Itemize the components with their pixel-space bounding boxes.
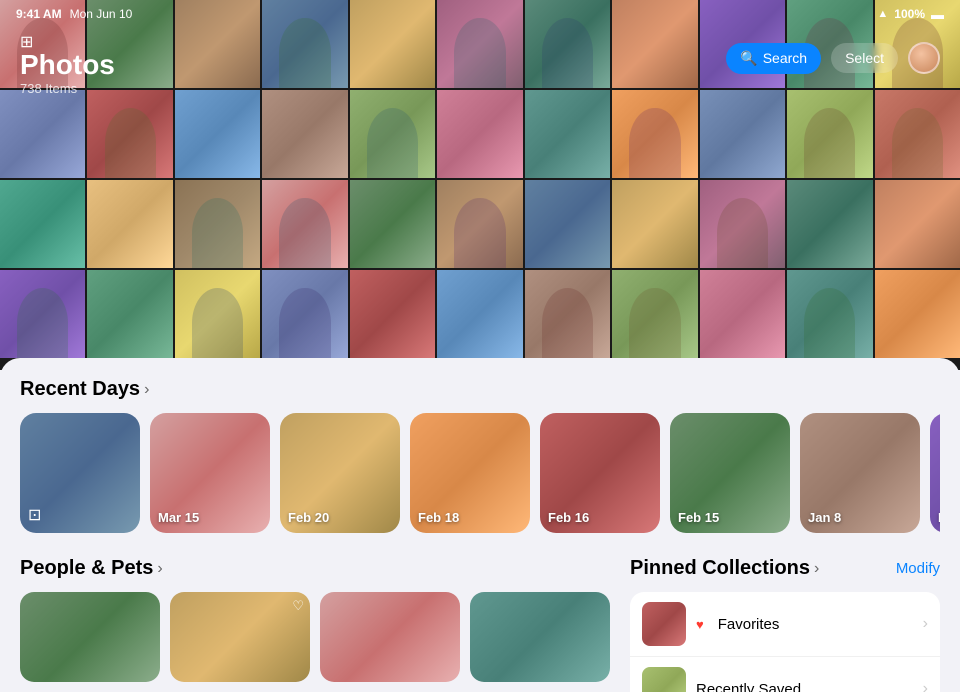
page-title: Photos: [20, 50, 115, 81]
pinned-name: Favorites: [718, 616, 913, 633]
people-pets-chevron: ›: [157, 560, 162, 578]
modify-button[interactable]: Modify: [896, 560, 940, 577]
heart-icon: ♡: [292, 598, 304, 614]
recent-days-scroll[interactable]: ⊡ Mar 15 Feb 20 Feb 18 Feb 16 Feb 15 Jan 8 N: [20, 413, 940, 537]
photo-cell[interactable]: [175, 90, 260, 178]
photo-cell[interactable]: [700, 90, 785, 178]
photo-cell[interactable]: [787, 270, 872, 358]
day-label: N: [938, 510, 940, 525]
status-bar: 9:41 AM Mon Jun 10 ▲ 100% ▬: [0, 0, 960, 28]
photo-cell[interactable]: [262, 270, 347, 358]
photo-cell[interactable]: [437, 270, 522, 358]
day-card[interactable]: Mar 15: [150, 413, 270, 533]
wifi-icon: ▲: [877, 8, 888, 20]
search-icon: 🔍: [740, 50, 757, 67]
day-label: Feb 20: [288, 510, 329, 525]
pinned-item[interactable]: Recently Saved ›: [630, 657, 940, 692]
scroll-content: Recent Days › ⊡ Mar 15 Feb 20 Feb 18 Feb 16 F…: [0, 358, 960, 692]
avatar[interactable]: [908, 42, 940, 74]
day-label: Feb 16: [548, 510, 589, 525]
search-label: Search: [763, 50, 807, 66]
photo-cell[interactable]: [0, 270, 85, 358]
pinned-heart-icon: ♥: [696, 617, 704, 632]
people-scroll[interactable]: ♡: [20, 592, 610, 682]
pinned-collections-section: Pinned Collections › Modify ♥Favorites›R…: [630, 557, 940, 692]
recent-days-header: Recent Days ›: [20, 378, 940, 401]
status-date: Mon Jun 10: [70, 7, 133, 21]
search-button[interactable]: 🔍 Search: [726, 43, 821, 74]
battery-percentage: 100%: [894, 7, 925, 21]
header-overlay: 🔍 Search Select: [0, 28, 960, 88]
photo-cell[interactable]: [787, 180, 872, 268]
photo-cell[interactable]: [87, 180, 172, 268]
day-card[interactable]: Feb 15: [670, 413, 790, 533]
day-card[interactable]: Jan 8: [800, 413, 920, 533]
photo-cell[interactable]: [262, 90, 347, 178]
people-pets-header: People & Pets ›: [20, 557, 610, 580]
photo-cell[interactable]: [437, 90, 522, 178]
photo-cell[interactable]: [350, 90, 435, 178]
select-label: Select: [845, 50, 884, 66]
photo-cell[interactable]: [175, 180, 260, 268]
battery-icon: ▬: [931, 7, 944, 22]
day-label: Feb 18: [418, 510, 459, 525]
select-button[interactable]: Select: [831, 43, 898, 73]
recent-days-chevron: ›: [144, 381, 149, 399]
pinned-chevron: ›: [923, 680, 928, 692]
status-time: 9:41 AM: [16, 7, 62, 21]
day-label: Feb 15: [678, 510, 719, 525]
photo-cell[interactable]: [875, 90, 960, 178]
day-card[interactable]: Feb 20: [280, 413, 400, 533]
people-card[interactable]: ♡: [170, 592, 310, 682]
pinned-thumb: [642, 667, 686, 692]
photo-cell[interactable]: [700, 180, 785, 268]
header-right: 🔍 Search Select: [726, 42, 940, 74]
pinned-list: ♥ Favorites › Recently Saved ›: [630, 592, 940, 692]
photo-cell[interactable]: [175, 270, 260, 358]
title-area: Photos 738 Items: [20, 50, 115, 96]
day-card[interactable]: Feb 18: [410, 413, 530, 533]
pinned-thumb: [642, 602, 686, 646]
photo-cell[interactable]: [612, 90, 697, 178]
recent-days-title: Recent Days: [20, 378, 140, 401]
photo-cell[interactable]: [525, 90, 610, 178]
pinned-collections-header: Pinned Collections › Modify: [630, 557, 940, 580]
people-pets-title: People & Pets: [20, 557, 153, 580]
photo-cell[interactable]: [700, 270, 785, 358]
photo-cell[interactable]: [350, 270, 435, 358]
photo-cell[interactable]: [87, 90, 172, 178]
pinned-collections-chevron: ›: [814, 560, 819, 578]
photo-cell[interactable]: [262, 180, 347, 268]
day-label: Jan 8: [808, 510, 841, 525]
photo-cell[interactable]: [787, 90, 872, 178]
people-pets-section: People & Pets › ♡: [20, 557, 610, 692]
bottom-row: People & Pets › ♡ Pinned Collections › M…: [0, 557, 960, 692]
photo-cell[interactable]: [437, 180, 522, 268]
day-card[interactable]: ⊡: [20, 413, 140, 533]
photo-cell[interactable]: [525, 180, 610, 268]
photos-count: 738 Items: [20, 81, 115, 96]
people-card[interactable]: [320, 592, 460, 682]
photo-cell[interactable]: [875, 180, 960, 268]
pinned-name: Recently Saved: [696, 681, 913, 692]
pinned-collections-title: Pinned Collections: [630, 557, 810, 580]
pinned-chevron: ›: [923, 615, 928, 633]
pinned-item[interactable]: ♥ Favorites ›: [630, 592, 940, 657]
day-label: Mar 15: [158, 510, 199, 525]
photo-cell[interactable]: [525, 270, 610, 358]
photo-cell[interactable]: [87, 270, 172, 358]
photo-cell[interactable]: [350, 180, 435, 268]
people-card[interactable]: [470, 592, 610, 682]
day-card[interactable]: Feb 16: [540, 413, 660, 533]
photo-cell[interactable]: [0, 180, 85, 268]
photo-cell[interactable]: [0, 90, 85, 178]
photo-cell[interactable]: [875, 270, 960, 358]
people-card[interactable]: [20, 592, 160, 682]
photo-cell[interactable]: [612, 270, 697, 358]
day-card[interactable]: N: [930, 413, 940, 533]
recent-days-section: Recent Days › ⊡ Mar 15 Feb 20 Feb 18 Feb 16 F…: [0, 378, 960, 537]
status-right: ▲ 100% ▬: [877, 7, 944, 22]
photo-cell[interactable]: [612, 180, 697, 268]
